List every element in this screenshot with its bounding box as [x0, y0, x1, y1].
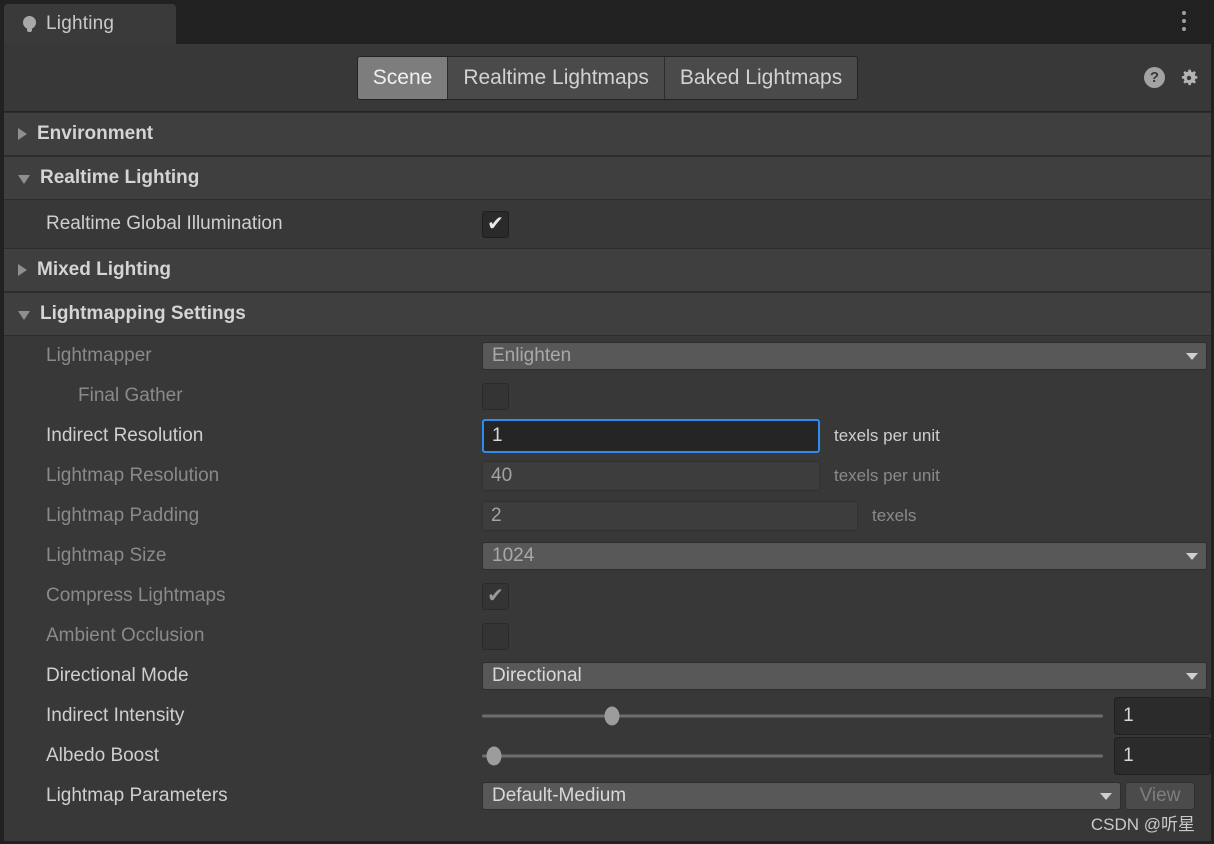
section-environment-label: Environment [37, 123, 154, 144]
kebab-dot [1182, 27, 1186, 31]
view-button-label: View [1139, 785, 1181, 806]
indirect-intensity-slider[interactable] [482, 706, 1104, 726]
section-lightmapping-settings[interactable]: Lightmapping Settings [4, 292, 1211, 336]
chevron-down-icon [1186, 352, 1198, 360]
lightmap-resolution-value: 40 [491, 465, 513, 486]
lightbulb-icon [22, 15, 37, 33]
help-glyph: ? [1149, 69, 1160, 86]
lighting-settings-panel: Environment Realtime Lighting Realtime G… [4, 112, 1211, 816]
gear-icon[interactable] [1177, 66, 1201, 90]
row-lightmap-padding: Lightmap Padding 2 texels [4, 496, 1211, 536]
chevron-down-icon [18, 311, 30, 320]
row-albedo-boost: Albedo Boost 1 [4, 736, 1211, 776]
row-realtime-global-illumination: Realtime Global Illumination ✔ [4, 200, 1211, 248]
section-environment[interactable]: Environment [4, 112, 1211, 156]
chevron-right-icon [18, 264, 27, 276]
ambient-occlusion-checkbox[interactable] [482, 622, 509, 650]
slider-track [482, 714, 1104, 718]
section-mixed-lighting[interactable]: Mixed Lighting [4, 248, 1211, 292]
window-tabstrip: Lighting [4, 0, 1211, 44]
check-icon: ✔ [487, 213, 504, 235]
lightmap-resolution-suffix: texels per unit [834, 466, 940, 485]
albedo-boost-label: Albedo Boost [46, 745, 160, 766]
realtime-gi-label: Realtime Global Illumination [46, 213, 283, 234]
kebab-dot [1182, 11, 1186, 15]
mode-tab-group: Scene Realtime Lightmaps Baked Lightmaps [356, 55, 859, 100]
lightmap-parameters-dropdown[interactable]: Default-Medium [482, 782, 1121, 810]
albedo-boost-input[interactable]: 1 [1114, 737, 1211, 775]
slider-handle[interactable] [604, 706, 620, 726]
indirect-intensity-value: 1 [1123, 705, 1134, 726]
section-mixed-lighting-label: Mixed Lighting [37, 259, 172, 280]
row-lightmap-parameters: Lightmap Parameters Default-Medium View [4, 776, 1211, 816]
lightmapper-value: Enlighten [492, 345, 572, 366]
more-options-icon[interactable] [1173, 6, 1195, 36]
section-realtime-lighting[interactable]: Realtime Lighting [4, 156, 1211, 200]
realtime-gi-checkbox[interactable]: ✔ [482, 210, 509, 238]
section-realtime-lighting-label: Realtime Lighting [40, 167, 200, 188]
row-lightmap-size: Lightmap Size 1024 [4, 536, 1211, 576]
kebab-dot [1182, 19, 1186, 23]
chevron-down-icon [1186, 552, 1198, 560]
lightmapper-dropdown[interactable]: Enlighten [482, 342, 1207, 370]
indirect-resolution-value: 1 [492, 425, 503, 446]
tab-baked-lightmaps[interactable]: Baked Lightmaps [664, 56, 858, 99]
directional-mode-value: Directional [492, 665, 582, 686]
help-icon[interactable]: ? [1144, 67, 1165, 88]
indirect-intensity-label: Indirect Intensity [46, 705, 185, 726]
chevron-right-icon [18, 128, 27, 140]
compress-lightmaps-checkbox[interactable]: ✔ [482, 582, 509, 610]
check-icon: ✔ [487, 585, 504, 607]
lightmap-size-dropdown[interactable]: 1024 [482, 542, 1207, 570]
indirect-intensity-input[interactable]: 1 [1114, 697, 1211, 735]
chevron-down-icon [1186, 672, 1198, 680]
tab-scene-label: Scene [372, 65, 433, 89]
row-indirect-intensity: Indirect Intensity 1 [4, 696, 1211, 736]
row-final-gather: Final Gather [4, 376, 1211, 416]
tab-baked-lightmaps-label: Baked Lightmaps [679, 65, 843, 89]
lightmapper-label: Lightmapper [46, 345, 152, 366]
final-gather-label: Final Gather [78, 385, 183, 406]
directional-mode-dropdown[interactable]: Directional [482, 662, 1207, 690]
row-indirect-resolution: Indirect Resolution 1 texels per unit [4, 416, 1211, 456]
section-lightmapping-settings-label: Lightmapping Settings [40, 303, 246, 324]
row-lightmap-resolution: Lightmap Resolution 40 texels per unit [4, 456, 1211, 496]
final-gather-checkbox[interactable] [482, 382, 509, 410]
tab-scene[interactable]: Scene [357, 56, 449, 99]
ambient-occlusion-label: Ambient Occlusion [46, 625, 205, 646]
chevron-down-icon [18, 175, 30, 184]
row-ambient-occlusion: Ambient Occlusion [4, 616, 1211, 656]
tab-realtime-lightmaps-label: Realtime Lightmaps [463, 65, 649, 89]
lighting-toolbar: Scene Realtime Lightmaps Baked Lightmaps… [4, 44, 1211, 112]
slider-track [482, 754, 1104, 758]
lightmap-resolution-label: Lightmap Resolution [46, 465, 220, 486]
toolbar-icon-group: ? [1144, 66, 1201, 90]
lightmap-size-value: 1024 [492, 545, 535, 566]
albedo-boost-slider[interactable] [482, 746, 1104, 766]
chevron-down-icon [1100, 792, 1112, 800]
directional-mode-label: Directional Mode [46, 665, 189, 686]
tab-lighting[interactable]: Lighting [4, 4, 176, 44]
row-compress-lightmaps: Compress Lightmaps ✔ [4, 576, 1211, 616]
albedo-boost-value: 1 [1123, 745, 1134, 766]
row-directional-mode: Directional Mode Directional [4, 656, 1211, 696]
tab-lighting-label: Lighting [46, 13, 115, 34]
lightmap-padding-label: Lightmap Padding [46, 505, 200, 526]
indirect-resolution-input[interactable]: 1 [482, 419, 820, 453]
indirect-resolution-suffix: texels per unit [834, 426, 940, 445]
lighting-window: Lighting Scene Realtime Lightmaps Baked … [0, 0, 1214, 844]
tab-realtime-lightmaps[interactable]: Realtime Lightmaps [448, 56, 665, 99]
row-lightmapper: Lightmapper Enlighten [4, 336, 1211, 376]
lightmap-size-label: Lightmap Size [46, 545, 167, 566]
lightmap-padding-value: 2 [491, 505, 502, 526]
slider-handle[interactable] [486, 746, 502, 766]
lightmap-resolution-input[interactable]: 40 [482, 461, 820, 491]
lightmap-padding-suffix: texels [872, 506, 917, 525]
compress-lightmaps-label: Compress Lightmaps [46, 585, 226, 606]
lightmap-parameters-label: Lightmap Parameters [46, 785, 228, 806]
lightmap-padding-input[interactable]: 2 [482, 501, 858, 531]
lightmap-parameters-value: Default-Medium [492, 785, 627, 806]
view-button[interactable]: View [1125, 782, 1195, 810]
indirect-resolution-label: Indirect Resolution [46, 425, 204, 446]
